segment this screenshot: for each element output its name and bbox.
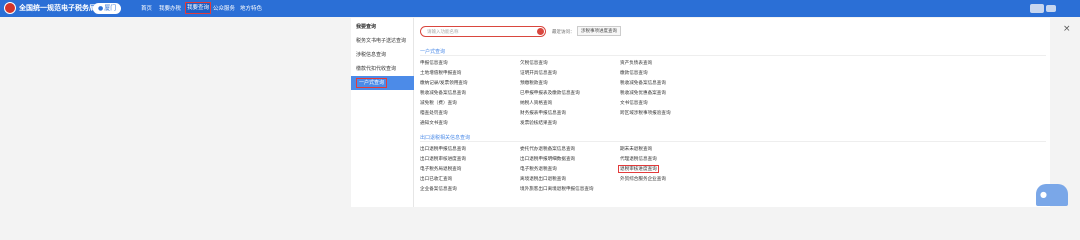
query-link[interactable]: 企业备案信息查询 xyxy=(420,186,457,192)
query-link[interactable]: 税收减免优惠备案查询 xyxy=(620,90,666,96)
query-link[interactable]: 欠税信息查询 xyxy=(520,60,548,66)
user-menu[interactable] xyxy=(1046,5,1056,12)
sidebar-heading: 我要查询 xyxy=(351,20,414,34)
sidebar-heading-label: 我要查询 xyxy=(356,24,377,30)
query-link[interactable]: 境外旅客出口离境退税申报信息查询 xyxy=(520,186,594,192)
refund-progress-query-link[interactable]: 退税审核进度查询 xyxy=(618,165,659,173)
search-placeholder: 请输入功能名称 xyxy=(427,30,459,35)
query-link[interactable]: 缴款信息查询 xyxy=(620,70,648,76)
nav-home[interactable]: 首页 xyxy=(141,4,152,12)
query-link[interactable]: 税收减免备案信息查询 xyxy=(620,80,666,86)
query-link[interactable]: 电子税务退税查询 xyxy=(520,166,557,172)
query-link[interactable]: 期末未退税查询 xyxy=(620,146,652,152)
query-link[interactable]: 资产负债表查询 xyxy=(620,60,652,66)
query-link[interactable]: 缴纳记录/发票领用查询 xyxy=(420,80,468,86)
query-link[interactable]: 纳税人资格查询 xyxy=(520,100,552,106)
sidebar-item-tax-info[interactable]: 涉税信息查询 xyxy=(351,48,414,62)
sidebar-item-label: 缴款代扣代收查询 xyxy=(356,66,397,72)
query-link[interactable]: 稽查处罚查询 xyxy=(420,110,448,116)
query-link[interactable]: 委托代办退税备案信息查询 xyxy=(520,146,575,152)
query-link[interactable]: 出口退税审核进度查询 xyxy=(420,156,466,162)
sidebar-item-label: 涉税信息查询 xyxy=(356,52,387,58)
query-link[interactable]: 证明开具信息查询 xyxy=(520,70,557,76)
query-link[interactable]: 土地增值税申报查询 xyxy=(420,70,461,76)
nav-public-service[interactable]: 公众服务 xyxy=(213,4,235,12)
query-link[interactable]: 已申报申报表及缴款信息查询 xyxy=(520,90,580,96)
close-icon[interactable]: × xyxy=(1063,24,1071,34)
sidebar-item-doc-delivery[interactable]: 税务文书电子送达查询 xyxy=(351,34,414,48)
tax-emblem-icon xyxy=(4,2,16,14)
user-avatar[interactable] xyxy=(1030,4,1044,13)
query-link[interactable]: 代理退税信息查询 xyxy=(620,156,657,162)
region-label: 厦门 xyxy=(104,5,117,12)
query-link[interactable]: 预缴税款查询 xyxy=(520,80,548,86)
query-link[interactable]: 出口退税申报信息查询 xyxy=(420,146,466,152)
section-title-one-account: 一户式查询 xyxy=(420,49,446,55)
region-selector[interactable]: ●厦门 xyxy=(93,3,122,14)
search-icon[interactable] xyxy=(537,28,544,35)
section-divider xyxy=(420,141,1046,142)
query-link[interactable]: 外贸综合服务企业查询 xyxy=(620,176,666,182)
query-link[interactable]: 文书信息查询 xyxy=(620,100,648,106)
query-link[interactable]: 离境退税出口退税查询 xyxy=(520,176,566,182)
floating-assistant-widget[interactable]: ● xyxy=(1036,184,1068,206)
sidebar-item-one-account[interactable]: 一户式查询 xyxy=(351,76,414,90)
sidebar-item-label: 税务文书电子送达查询 xyxy=(356,38,407,44)
section-divider xyxy=(420,55,1046,56)
sidebar-item-withholding[interactable]: 缴款代扣代收查询 xyxy=(351,62,414,76)
query-link[interactable]: 财务报表申报信息查询 xyxy=(520,110,566,116)
query-link[interactable]: 出口退税申报明细数据查询 xyxy=(520,156,575,162)
recent-label: 最近访问： xyxy=(552,30,575,35)
query-link[interactable]: 跨区域涉税事项报验查询 xyxy=(620,110,671,116)
recent-item-button[interactable]: 涉税事项进度查询 xyxy=(577,26,621,36)
site-title: 全国统一规范电子税务局 xyxy=(19,4,96,12)
query-link[interactable]: 通知文书查询 xyxy=(420,120,448,126)
top-navigation-bar: 全国统一规范电子税务局 ●厦门 首页 我要办税 我要查询 公众服务 地方特色 xyxy=(0,0,1080,17)
nav-local-features[interactable]: 地方特色 xyxy=(240,4,262,12)
query-link[interactable]: 电子税务局退税查询 xyxy=(420,166,461,172)
search-input[interactable]: 请输入功能名称 xyxy=(420,26,546,37)
query-link[interactable]: 发票验核结果查询 xyxy=(520,120,557,126)
nav-query[interactable]: 我要查询 xyxy=(185,2,212,14)
sidebar-item-label: 一户式查询 xyxy=(356,78,388,88)
nav-do-tax[interactable]: 我要办税 xyxy=(159,4,181,12)
section-title-export-refund: 出口退税相关信息查询 xyxy=(420,135,471,141)
query-panel: 请输入功能名称 最近访问： 涉税事项进度查询 一户式查询 申报信息查询 土地增值… xyxy=(414,18,1050,207)
query-link[interactable]: 减免税（费）查询 xyxy=(420,100,457,106)
sidebar: 我要查询 税务文书电子送达查询 涉税信息查询 缴款代扣代收查询 一户式查询 xyxy=(351,18,414,207)
query-link[interactable]: 税收减免备案信息查询 xyxy=(420,90,466,96)
query-link[interactable]: 出口已收汇查询 xyxy=(420,176,452,182)
location-pin-icon: ● xyxy=(98,5,104,12)
query-link[interactable]: 申报信息查询 xyxy=(420,60,448,66)
